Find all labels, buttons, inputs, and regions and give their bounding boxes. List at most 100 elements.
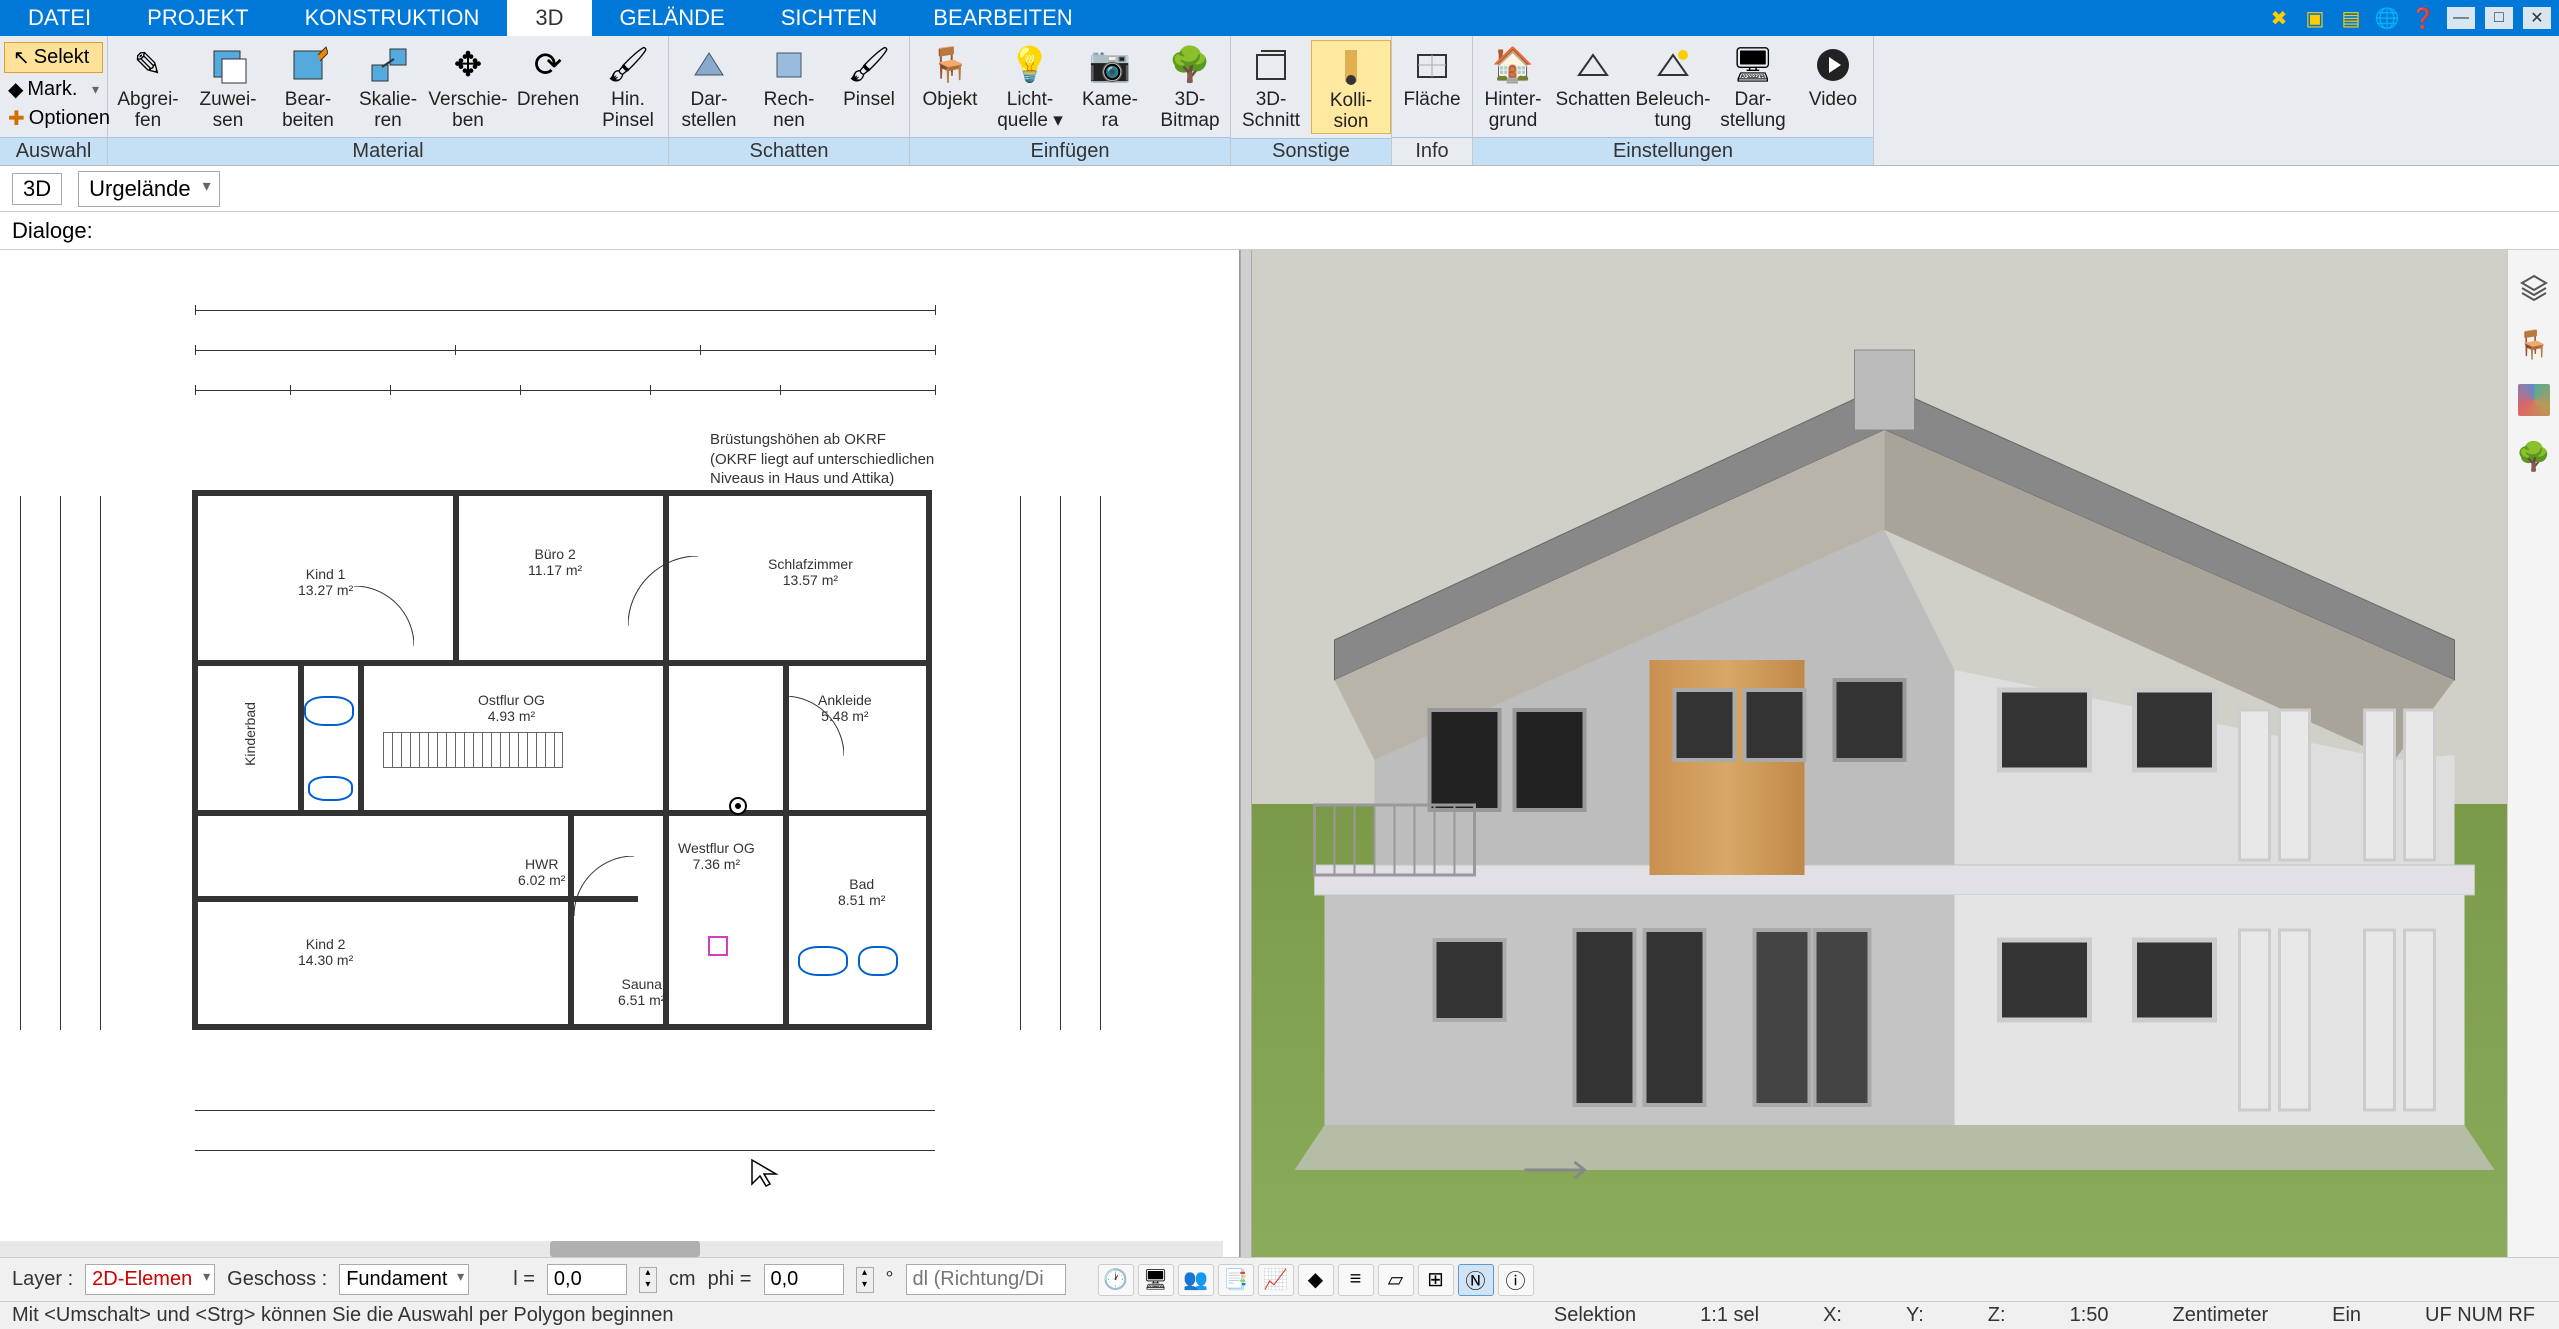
tool-pinsel[interactable]: 🖌Pinsel: [829, 40, 909, 133]
geschoss-label: Geschoss :: [227, 1268, 327, 1291]
menu-tab-bearbeiten[interactable]: BEARBEITEN: [905, 0, 1100, 36]
chair-icon[interactable]: 🪑: [2516, 326, 2552, 362]
tool-rechnen[interactable]: Rech- nen: [749, 40, 829, 133]
ribbon-group-einstellungen: 🏠Hinter- grund Schatten Beleuch- tung 🖥D…: [1473, 36, 1874, 165]
dimension-line: [195, 350, 935, 351]
tool-lichtquelle[interactable]: 💡Licht- quelle ▾: [990, 40, 1070, 133]
tool-verschieben[interactable]: ✥Verschie- ben: [428, 40, 508, 133]
tool-zuweisen[interactable]: Zuwei- sen: [188, 40, 268, 133]
length-input[interactable]: [547, 1264, 627, 1295]
tool-3dschnitt[interactable]: 3D- Schnitt: [1231, 40, 1311, 134]
pane-divider[interactable]: [1240, 250, 1252, 1257]
dimension-line: [195, 1150, 935, 1151]
tool-skalieren[interactable]: Skalie- ren: [348, 40, 428, 133]
tool-kamera[interactable]: 📷Kame- ra: [1070, 40, 1150, 133]
close-button[interactable]: ✕: [2523, 7, 2551, 29]
tool-flaeche[interactable]: Fläche: [1392, 40, 1472, 133]
tool-schatten-einst[interactable]: Schatten: [1553, 40, 1633, 133]
ribbon-group-schatten: Dar- stellen Rech- nen 🖌Pinsel Schatten: [669, 36, 910, 165]
ribbon-label-schatten: Schatten: [669, 137, 909, 165]
menu-tab-konstruktion[interactable]: KONSTRUKTION: [277, 0, 508, 36]
tool-hintergrund[interactable]: 🏠Hinter- grund: [1473, 40, 1553, 133]
cursor-icon: [750, 1158, 780, 1188]
scrollbar-horizontal[interactable]: [0, 1241, 1223, 1257]
geschoss-select[interactable]: Fundament: [339, 1264, 469, 1295]
north-icon[interactable]: Ⓝ: [1458, 1264, 1494, 1296]
tool-hinpinsel[interactable]: 🖌Hin. Pinsel: [588, 40, 668, 133]
optionen-button[interactable]: ✚Optionen: [0, 104, 107, 133]
ribbon-label-sonstige: Sonstige: [1231, 138, 1391, 165]
globe-icon[interactable]: 🌐: [2373, 4, 2401, 32]
tool-darstellen[interactable]: Dar- stellen: [669, 40, 749, 133]
clock-icon[interactable]: 🕐: [1098, 1264, 1134, 1296]
camera-node-icon[interactable]: [728, 796, 748, 816]
ribbon-label-info: Info: [1392, 137, 1472, 165]
status-z: Z:: [1976, 1304, 2018, 1327]
layer-select[interactable]: 2D-Elemen: [85, 1264, 215, 1295]
dimension-line: [1060, 496, 1061, 1030]
menubar: DATEI PROJEKT KONSTRUKTION 3D GELÄNDE SI…: [0, 0, 2559, 36]
context-bar: 3D Urgelände: [0, 166, 2559, 212]
tool-kollision[interactable]: Kolli- sion: [1311, 40, 1391, 134]
copy-icon[interactable]: 📑: [1218, 1264, 1254, 1296]
phi-spinner[interactable]: ▴▾: [856, 1267, 874, 1293]
terrain-select[interactable]: Urgelände: [78, 171, 220, 207]
phi-input[interactable]: [764, 1264, 844, 1295]
layers2-icon[interactable]: ◆: [1298, 1264, 1334, 1296]
screen-icon[interactable]: 🖥: [1138, 1264, 1174, 1296]
tool-drehen[interactable]: ⟳Drehen: [508, 40, 588, 133]
peak-icon[interactable]: 📈: [1258, 1264, 1294, 1296]
pane-2d-floorplan[interactable]: Brüstungshöhen ab OKRF (OKRF liegt auf u…: [0, 250, 1240, 1257]
tool-darstellung[interactable]: 🖥Dar- stellung: [1713, 40, 1793, 133]
ribbon-group-info: Fläche Info: [1392, 36, 1473, 165]
fixture-toilet-icon: [308, 776, 353, 801]
dimension-line: [20, 496, 21, 1030]
dimension-line: [195, 310, 935, 311]
tool-beleuchtung[interactable]: Beleuch- tung: [1633, 40, 1713, 133]
ribbon-group-einfuegen: 🪑Objekt 💡Licht- quelle ▾ 📷Kame- ra 🌳3D- …: [910, 36, 1231, 165]
layers-icon[interactable]: [2516, 270, 2552, 306]
window2-icon[interactable]: ▤: [2337, 4, 2365, 32]
tool-bearbeiten[interactable]: Bear- beiten: [268, 40, 348, 133]
tools-icon[interactable]: ✖: [2265, 4, 2293, 32]
help-icon[interactable]: ❓: [2409, 4, 2437, 32]
status-ein: Ein: [2320, 1304, 2373, 1327]
palette-icon[interactable]: [2516, 382, 2552, 418]
room-label: Bad8.51 m²: [838, 876, 885, 908]
menu-tab-datei[interactable]: DATEI: [0, 0, 119, 36]
ribbon-group-material: ✎Abgrei- fen Zuwei- sen Bear- beiten Ska…: [108, 36, 669, 165]
tool-abgreifen[interactable]: ✎Abgrei- fen: [108, 40, 188, 133]
room-label: Sauna6.51 m²: [618, 976, 665, 1008]
room-label: Ostflur OG4.93 m²: [478, 692, 545, 724]
stairs-icon: [383, 732, 563, 768]
bottom-toolbar: Layer : 2D-Elemen Geschoss : Fundament l…: [0, 1257, 2559, 1301]
plane-icon[interactable]: ▱: [1378, 1264, 1414, 1296]
stack-icon[interactable]: ≡: [1338, 1264, 1374, 1296]
info-icon[interactable]: ⓘ: [1498, 1264, 1534, 1296]
select-button[interactable]: ↖Selekt: [4, 42, 103, 73]
fixture-sink-icon: [304, 696, 354, 726]
pane-3d-view[interactable]: [1252, 250, 2507, 1257]
tool-objekt[interactable]: 🪑Objekt: [910, 40, 990, 133]
tool-video[interactable]: Video: [1793, 40, 1873, 133]
maximize-button[interactable]: □: [2485, 7, 2513, 29]
ribbon-label-material: Material: [108, 137, 668, 165]
length-spinner[interactable]: ▴▾: [639, 1267, 657, 1293]
menu-tab-3d[interactable]: 3D: [507, 0, 591, 36]
dl-input[interactable]: [906, 1264, 1066, 1295]
dialog-bar: Dialoge:: [0, 212, 2559, 250]
length-label: l =: [513, 1268, 535, 1291]
minimize-button[interactable]: —: [2447, 7, 2475, 29]
menu-tab-projekt[interactable]: PROJEKT: [119, 0, 276, 36]
mark-button[interactable]: ◆Mark.▾: [0, 75, 107, 104]
ribbon: ↖Selekt ◆Mark.▾ ✚Optionen Auswahl ✎Abgre…: [0, 36, 2559, 166]
menu-tab-sichten[interactable]: SICHTEN: [753, 0, 906, 36]
tool-3dbitmap[interactable]: 🌳3D- Bitmap: [1150, 40, 1230, 133]
room-label: HWR6.02 m²: [518, 856, 565, 888]
menu-tab-gelaende[interactable]: GELÄNDE: [592, 0, 753, 36]
ribbon-label-einstellungen: Einstellungen: [1473, 137, 1873, 165]
window1-icon[interactable]: ▣: [2301, 4, 2329, 32]
grid-icon[interactable]: ⊞: [1418, 1264, 1454, 1296]
tree-icon[interactable]: 🌳: [2516, 438, 2552, 474]
group-icon[interactable]: 👥: [1178, 1264, 1214, 1296]
